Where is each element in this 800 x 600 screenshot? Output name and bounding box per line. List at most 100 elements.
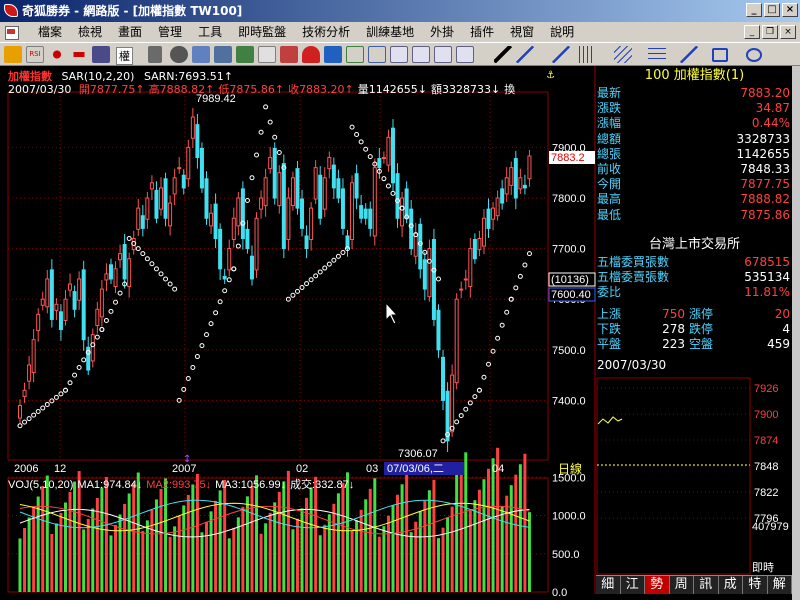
mdi-minimize-button[interactable]: _ bbox=[744, 25, 760, 39]
grid-icon[interactable] bbox=[346, 46, 364, 63]
trend-icon[interactable] bbox=[680, 46, 698, 63]
price-tick-label: 7400.0 bbox=[552, 395, 586, 407]
mini-chart-label: 即時 bbox=[752, 561, 774, 574]
layout2-icon[interactable] bbox=[412, 46, 430, 63]
candle-body bbox=[145, 197, 150, 220]
menu-realtime[interactable]: 即時監盤 bbox=[230, 22, 294, 42]
quote-label: 最低 bbox=[597, 207, 622, 222]
volume-bar bbox=[391, 505, 395, 592]
sar-dot bbox=[203, 332, 209, 338]
maximize-button[interactable]: □ bbox=[764, 3, 780, 17]
fibonacci-icon[interactable] bbox=[576, 46, 594, 63]
home-icon[interactable] bbox=[4, 46, 22, 63]
window-title: 奇狐勝券 - 網路版 - [加權指數 TW100] bbox=[22, 4, 243, 18]
move-icon[interactable] bbox=[48, 46, 66, 63]
search-icon[interactable] bbox=[214, 46, 232, 63]
candle-body bbox=[72, 291, 77, 310]
parallel-icon[interactable] bbox=[614, 46, 632, 63]
menu-view[interactable]: 檢視 bbox=[70, 22, 110, 42]
volume-bar bbox=[73, 481, 77, 592]
document-icon[interactable] bbox=[2, 25, 20, 40]
sar-dot bbox=[390, 190, 396, 196]
quote-value: 3328733 bbox=[736, 131, 790, 146]
bottom-tab[interactable]: 江 bbox=[621, 576, 645, 594]
volume-bar bbox=[168, 536, 172, 592]
sar-dot bbox=[454, 419, 460, 425]
bottom-tab[interactable]: 周 bbox=[670, 576, 694, 594]
bottom-tab[interactable]: 勢 bbox=[645, 576, 670, 594]
compare-icon[interactable] bbox=[148, 46, 162, 63]
pen-icon[interactable] bbox=[280, 46, 298, 63]
volume-bar bbox=[154, 499, 158, 592]
brush-icon[interactable] bbox=[324, 46, 342, 63]
line-icon[interactable] bbox=[516, 46, 534, 63]
arrows-icon[interactable] bbox=[70, 52, 88, 57]
ellipse-icon[interactable] bbox=[746, 48, 762, 62]
bottom-tab[interactable]: 細 bbox=[596, 576, 621, 594]
volume-bar bbox=[500, 506, 504, 592]
layout-icon[interactable] bbox=[390, 46, 408, 63]
candle-body bbox=[213, 203, 218, 239]
rect-icon[interactable] bbox=[712, 48, 728, 62]
candle-body bbox=[372, 167, 377, 237]
sar-dot bbox=[72, 372, 78, 378]
book-icon[interactable] bbox=[170, 46, 188, 63]
rsi-icon[interactable]: RSI bbox=[26, 46, 44, 63]
volume-bar bbox=[123, 503, 127, 592]
menu-tools[interactable]: 工具 bbox=[190, 22, 230, 42]
refresh-icon[interactable] bbox=[236, 46, 254, 63]
sar-dot bbox=[254, 152, 260, 158]
candle-body bbox=[400, 197, 405, 227]
volume-bar bbox=[86, 518, 90, 592]
candle-body bbox=[263, 177, 268, 207]
mdi-restore-button[interactable]: ❐ bbox=[762, 25, 778, 39]
candle-body bbox=[209, 212, 214, 227]
bottom-tab[interactable]: 成 bbox=[719, 576, 743, 594]
mdi-close-button[interactable]: × bbox=[780, 25, 796, 39]
ray-icon[interactable] bbox=[552, 46, 570, 63]
low-label: 7306.07 bbox=[398, 448, 438, 460]
menu-plugin[interactable]: 外掛 bbox=[422, 22, 462, 42]
layout3-icon[interactable] bbox=[434, 46, 452, 63]
right-scrollbar[interactable] bbox=[792, 66, 800, 600]
menu-addon[interactable]: 插件 bbox=[462, 22, 502, 42]
stock-type-select[interactable]: 權 bbox=[116, 47, 133, 65]
table-icon[interactable] bbox=[258, 46, 276, 63]
chart-icon[interactable] bbox=[92, 46, 110, 63]
menu-help[interactable]: 說明 bbox=[542, 22, 582, 42]
sar-dot bbox=[513, 285, 519, 291]
menu-screen[interactable]: 畫面 bbox=[110, 22, 150, 42]
quote-value: 34.87 bbox=[755, 101, 790, 116]
close-button[interactable]: × bbox=[782, 3, 798, 17]
gann-icon[interactable] bbox=[648, 46, 666, 63]
sar-dot bbox=[458, 413, 464, 419]
ohlc-label: 開 bbox=[78, 83, 90, 96]
candle-body bbox=[454, 298, 459, 384]
ohlc-value: 1142655↓ bbox=[368, 83, 427, 96]
candle-body bbox=[386, 136, 391, 166]
menu-file[interactable]: 檔案 bbox=[30, 22, 70, 42]
ohlc-item: 低7875.86↑ bbox=[218, 83, 284, 96]
minimize-button[interactable]: _ bbox=[746, 3, 762, 17]
sar-dot bbox=[185, 375, 191, 381]
candle-body bbox=[354, 173, 359, 199]
menu-training[interactable]: 訓練基地 bbox=[358, 22, 422, 42]
candle-body bbox=[427, 248, 432, 298]
bottom-tab[interactable]: 訊 bbox=[694, 576, 719, 594]
candle-body bbox=[181, 174, 186, 189]
layout4-icon[interactable] bbox=[456, 46, 474, 63]
sar-dot bbox=[258, 129, 264, 135]
candle-body bbox=[295, 168, 300, 209]
bottom-tab[interactable]: 解 bbox=[768, 576, 792, 594]
menu-manage[interactable]: 管理 bbox=[150, 22, 190, 42]
menu-technical[interactable]: 技術分析 bbox=[294, 22, 358, 42]
cursor-icon[interactable] bbox=[494, 46, 512, 63]
window-icon[interactable] bbox=[368, 46, 386, 63]
candle-body bbox=[318, 174, 323, 219]
menu-window[interactable]: 視窗 bbox=[502, 22, 542, 42]
candle-body bbox=[49, 269, 54, 320]
candle-body bbox=[22, 389, 27, 397]
alarm-icon[interactable] bbox=[302, 46, 320, 63]
bottom-tab[interactable]: 特 bbox=[743, 576, 768, 594]
copy-icon[interactable] bbox=[192, 46, 210, 63]
